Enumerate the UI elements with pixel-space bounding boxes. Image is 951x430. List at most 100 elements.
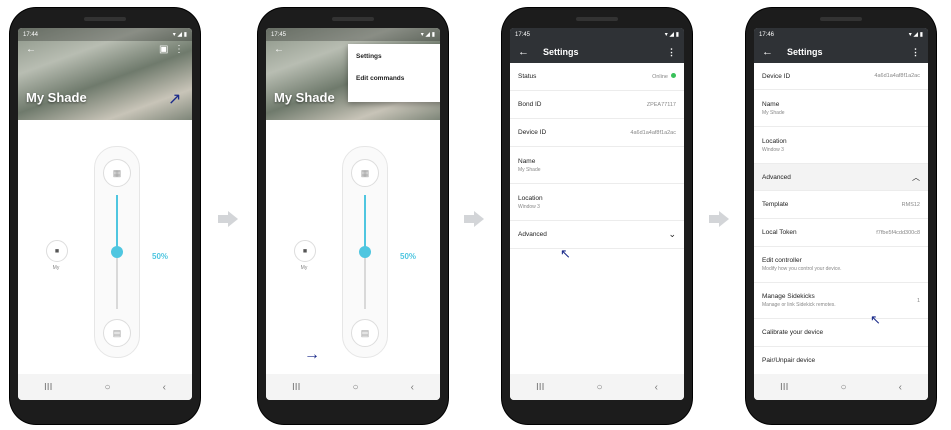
back-arrow-icon[interactable]: ← bbox=[274, 44, 284, 55]
back-arrow-icon[interactable]: ← bbox=[26, 44, 36, 55]
system-nav-bar: III ○ ‹ bbox=[754, 374, 928, 400]
edit-controller-row[interactable]: Edit controller Modify how you control yo… bbox=[754, 247, 928, 283]
recents-icon[interactable]: III bbox=[780, 382, 788, 393]
page-title: Settings bbox=[543, 47, 579, 57]
overflow-menu-icon[interactable]: ⋮ bbox=[911, 47, 920, 58]
settings-screen: 17:45 ▾ ◢ ▮ ← Settings ⋮ Status Online Bond … bbox=[510, 28, 684, 400]
template-row: Template RMS12 bbox=[754, 191, 928, 219]
device-id-value: 4a6d1a4af8f1a2ac bbox=[874, 73, 920, 79]
phone-1: 17:44 ▾ ◢ ▮ ← ▣ ⋮ My Shade ↗ ▦ ▤ ■ My 50%… bbox=[10, 8, 200, 424]
bond-id-label: Bond ID bbox=[518, 101, 542, 108]
recents-icon[interactable]: III bbox=[292, 382, 300, 393]
calendar-icon[interactable]: ▣ bbox=[159, 44, 168, 55]
app-bar: 17:46 ▾ ◢ ▮ ← Settings ⋮ bbox=[754, 28, 928, 63]
name-row[interactable]: Name My Shade bbox=[510, 147, 684, 184]
status-time: 17:46 bbox=[759, 31, 775, 38]
slider-knob[interactable] bbox=[359, 246, 371, 258]
calibrate-label: Calibrate your device bbox=[762, 329, 824, 336]
name-row[interactable]: Name My Shade bbox=[754, 90, 928, 127]
page-title: Settings bbox=[787, 47, 823, 57]
device-id-row: Device ID 4a6d1a4af8f1a2ac bbox=[510, 119, 684, 147]
location-label: Location bbox=[518, 194, 543, 202]
nav-back-icon[interactable]: ‹ bbox=[899, 382, 902, 393]
local-token-value: f7fbe5f4cdd300c8 bbox=[876, 229, 920, 236]
pair-unpair-label: Pair/Unpair device bbox=[762, 357, 816, 364]
overflow-menu-icon[interactable]: ⋮ bbox=[174, 44, 184, 55]
nav-back-icon[interactable]: ‹ bbox=[655, 382, 658, 393]
name-label: Name bbox=[762, 100, 780, 108]
my-label: My bbox=[300, 265, 308, 271]
slider-knob[interactable] bbox=[111, 246, 123, 258]
overflow-menu: Settings Edit commands bbox=[348, 44, 440, 102]
local-token-label: Local Token bbox=[762, 229, 797, 236]
nav-back-icon[interactable]: ‹ bbox=[411, 382, 414, 393]
device-id-label: Device ID bbox=[762, 72, 791, 80]
name-value: My Shade bbox=[762, 109, 785, 116]
online-indicator bbox=[671, 73, 676, 78]
status-time: 17:45 bbox=[515, 31, 531, 38]
my-label: My bbox=[52, 265, 60, 271]
shade-slider-control: ▦ ▤ bbox=[94, 146, 140, 358]
menu-item-edit-commands[interactable]: Edit commands bbox=[348, 66, 440, 88]
shade-slider-control: ▦ ▤ bbox=[342, 146, 388, 358]
annotation-arrow: ↖ bbox=[560, 246, 571, 261]
status-time: 17:45 bbox=[271, 31, 287, 38]
calibrate-row[interactable]: Calibrate your device bbox=[754, 319, 928, 347]
device-title: My Shade bbox=[274, 90, 335, 105]
app-bar: 17:45 ▾ ◢ ▮ ← Settings ⋮ bbox=[510, 28, 684, 63]
phone-2: 17:45 ▾ ◢ ▮ ← My Shade Settings Edit comm… bbox=[258, 8, 448, 424]
chevron-up-icon[interactable]: ︿ bbox=[912, 172, 920, 183]
status-value: Online bbox=[652, 74, 668, 80]
device-title: My Shade bbox=[26, 90, 87, 105]
shade-close-icon[interactable]: ▤ bbox=[351, 319, 379, 347]
location-value: Window 3 bbox=[518, 203, 540, 210]
location-row[interactable]: Location Window 3 bbox=[510, 184, 684, 221]
system-nav-bar: III ○ ‹ bbox=[510, 374, 684, 400]
shade-menu-screen: 17:45 ▾ ◢ ▮ ← My Shade Settings Edit comm… bbox=[266, 28, 440, 400]
recents-icon[interactable]: III bbox=[44, 382, 52, 393]
my-preset-button[interactable]: ■ bbox=[294, 240, 316, 262]
slider-fill bbox=[116, 195, 118, 252]
position-percent: 50% bbox=[152, 252, 169, 261]
my-preset-button[interactable]: ■ bbox=[46, 240, 68, 262]
home-icon[interactable]: ○ bbox=[596, 382, 602, 393]
advanced-section-row[interactable]: Advanced ⌄ bbox=[510, 221, 684, 249]
manage-sidekicks-row[interactable]: Manage Sidekicks Manage or link Sidekick … bbox=[754, 283, 928, 319]
location-row[interactable]: Location Window 3 bbox=[754, 127, 928, 164]
recents-icon[interactable]: III bbox=[536, 382, 544, 393]
manage-sidekicks-label: Manage Sidekicks bbox=[762, 293, 815, 300]
location-label: Location bbox=[762, 137, 787, 145]
overflow-menu-icon[interactable]: ⋮ bbox=[667, 47, 676, 58]
advanced-section-row[interactable]: Advanced ︿ bbox=[754, 164, 928, 191]
bond-id-row: Bond ID ZPEA77117 bbox=[510, 91, 684, 119]
menu-item-settings[interactable]: Settings bbox=[348, 44, 440, 66]
back-arrow-icon[interactable]: ← bbox=[762, 46, 773, 58]
next-step-arrow-icon bbox=[218, 211, 238, 227]
shade-close-icon[interactable]: ▤ bbox=[103, 319, 131, 347]
bond-id-value: ZPEA77117 bbox=[646, 101, 676, 108]
pair-unpair-row[interactable]: Pair/Unpair device bbox=[754, 347, 928, 375]
shade-control-screen: 17:44 ▾ ◢ ▮ ← ▣ ⋮ My Shade ↗ ▦ ▤ ■ My 50%… bbox=[18, 28, 192, 400]
edit-controller-description: Modify how you control your device. bbox=[762, 266, 842, 272]
status-bar: 17:45 ▾ ◢ ▮ bbox=[510, 28, 684, 41]
edit-controller-label: Edit controller bbox=[762, 257, 802, 264]
phone-3: 17:45 ▾ ◢ ▮ ← Settings ⋮ Status Online Bond … bbox=[502, 8, 692, 424]
home-icon[interactable]: ○ bbox=[840, 382, 846, 393]
slider-fill bbox=[364, 195, 366, 252]
back-arrow-icon[interactable]: ← bbox=[518, 46, 529, 58]
home-icon[interactable]: ○ bbox=[352, 382, 358, 393]
manage-sidekicks-description: Manage or link Sidekick remotes. bbox=[762, 302, 836, 308]
shade-open-icon[interactable]: ▦ bbox=[351, 159, 379, 187]
nav-back-icon[interactable]: ‹ bbox=[163, 382, 166, 393]
home-icon[interactable]: ○ bbox=[104, 382, 110, 393]
chevron-down-icon[interactable]: ⌄ bbox=[668, 229, 676, 240]
annotation-arrow: ↖ bbox=[870, 312, 881, 327]
settings-advanced-screen: 17:46 ▾ ◢ ▮ ← Settings ⋮ Device ID 4a6d1a4af… bbox=[754, 28, 928, 400]
local-token-row: Local Token f7fbe5f4cdd300c8 bbox=[754, 219, 928, 247]
location-value: Window 3 bbox=[762, 146, 784, 153]
annotation-arrow: ↗ bbox=[168, 91, 182, 108]
status-label: Status bbox=[518, 73, 537, 80]
system-nav-bar: III ○ ‹ bbox=[266, 374, 440, 400]
system-nav-bar: III ○ ‹ bbox=[18, 374, 192, 400]
shade-open-icon[interactable]: ▦ bbox=[103, 159, 131, 187]
